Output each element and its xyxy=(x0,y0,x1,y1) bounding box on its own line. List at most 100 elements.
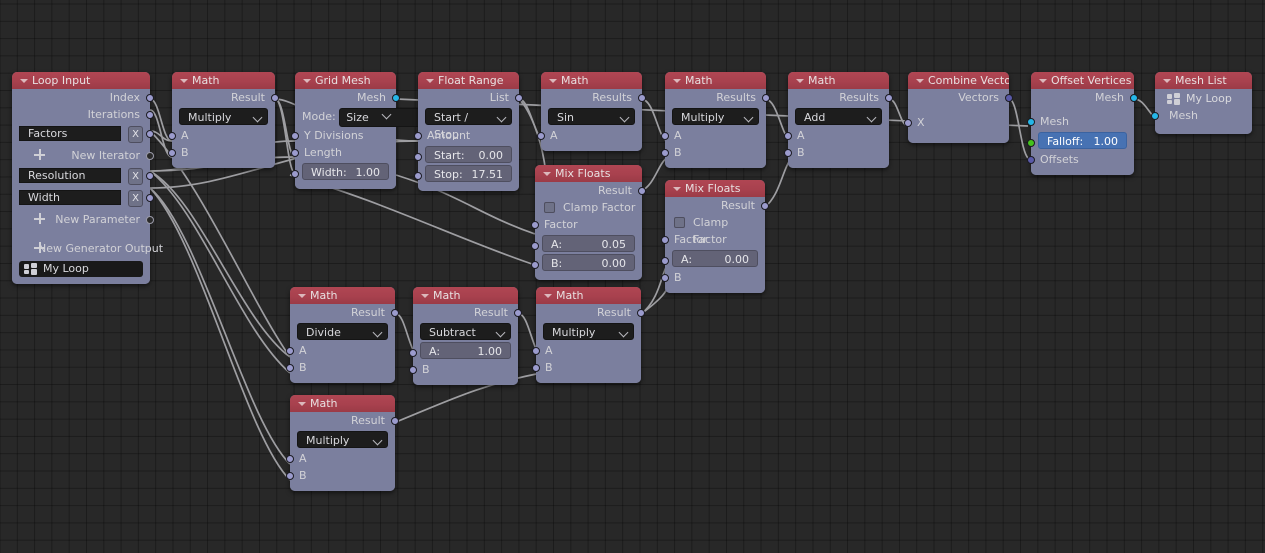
collapse-triangle-icon[interactable] xyxy=(421,294,429,298)
checkbox-box[interactable] xyxy=(674,217,685,228)
socket-b[interactable] xyxy=(661,148,669,157)
socket-index[interactable] xyxy=(146,93,154,102)
input-a[interactable]: A xyxy=(286,450,395,467)
node-header[interactable]: Math xyxy=(290,395,395,412)
output-result[interactable]: Result xyxy=(290,412,399,429)
factors-name-field[interactable]: Factors xyxy=(19,126,121,141)
input-b[interactable]: B xyxy=(661,144,766,161)
socket-factors[interactable] xyxy=(146,130,154,138)
collapse-triangle-icon[interactable] xyxy=(673,79,681,83)
collapse-triangle-icon[interactable] xyxy=(916,79,924,83)
input-b[interactable]: B xyxy=(168,144,275,161)
socket-offsets[interactable] xyxy=(1027,155,1035,164)
node-math-sin[interactable]: Math Results Sin A xyxy=(537,72,646,151)
collapse-triangle-icon[interactable] xyxy=(303,79,311,83)
input-b[interactable]: B xyxy=(409,361,518,378)
socket-b[interactable] xyxy=(531,261,539,269)
node-mix-floats-2[interactable]: Mix Floats Result Clamp Factor Factor A:… xyxy=(661,180,769,293)
socket-a[interactable] xyxy=(409,349,417,357)
socket-b[interactable] xyxy=(168,148,176,157)
mode-row[interactable]: Mode: Size xyxy=(295,106,423,127)
node-editor-canvas[interactable]: Loop Input Index Iterations X Factors Ne… xyxy=(0,0,1265,553)
collapse-triangle-icon[interactable] xyxy=(796,79,804,83)
output-result[interactable]: Result xyxy=(536,304,645,321)
operation-dropdown[interactable]: Multiply xyxy=(179,108,268,125)
param-factors[interactable]: X Factors xyxy=(12,124,154,145)
input-x[interactable]: X xyxy=(904,114,1009,131)
socket-amount[interactable] xyxy=(414,131,422,140)
collapse-triangle-icon[interactable] xyxy=(1163,79,1171,83)
input-a[interactable]: A xyxy=(784,127,889,144)
a-field[interactable]: A: 0.05 xyxy=(542,235,635,252)
node-header[interactable]: Math xyxy=(172,72,275,89)
socket-a[interactable] xyxy=(661,131,669,140)
node-math-divide[interactable]: Math Result Divide A B xyxy=(286,287,399,383)
operation-dropdown[interactable]: Multiply xyxy=(297,431,388,448)
operation-dropdown[interactable]: Add xyxy=(795,108,882,125)
socket-new-parameter[interactable] xyxy=(146,216,154,224)
socket-mesh-out[interactable] xyxy=(392,93,400,102)
input-a[interactable]: A xyxy=(532,342,641,359)
loop-name-field[interactable]: My Loop xyxy=(19,261,143,277)
socket-result[interactable] xyxy=(391,416,399,425)
width-name-field[interactable]: Width xyxy=(19,190,121,205)
collapse-triangle-icon[interactable] xyxy=(1039,79,1047,83)
clamp-factor-checkbox[interactable]: Clamp Factor xyxy=(535,199,642,216)
node-header[interactable]: Grid Mesh xyxy=(295,72,396,89)
socket-x[interactable] xyxy=(904,118,912,127)
collapse-triangle-icon[interactable] xyxy=(544,294,552,298)
mode-dropdown[interactable]: Size xyxy=(339,107,423,127)
output-result[interactable]: Result xyxy=(535,182,646,199)
socket-b[interactable] xyxy=(784,148,792,157)
node-math-add[interactable]: Math Results Add A B xyxy=(784,72,893,168)
input-y-divisions[interactable]: Y Divisions xyxy=(291,127,396,144)
node-mesh-list[interactable]: Mesh List My Loop Mesh xyxy=(1151,72,1252,134)
node-header[interactable]: Math xyxy=(413,287,518,304)
socket-iterations[interactable] xyxy=(146,110,154,119)
socket-stop[interactable] xyxy=(414,172,422,180)
socket-width[interactable] xyxy=(146,194,154,202)
socket-start[interactable] xyxy=(414,153,422,161)
input-b[interactable]: B xyxy=(286,359,395,376)
node-math-subtract[interactable]: Math Result Subtract A: 1.00 B xyxy=(409,287,522,385)
start-field[interactable]: Start: 0.00 xyxy=(425,146,512,163)
socket-result[interactable] xyxy=(638,186,646,195)
output-mesh[interactable]: Mesh xyxy=(1031,89,1138,106)
new-iterator-button[interactable]: New Iterator xyxy=(12,146,154,165)
socket-vectors[interactable] xyxy=(1005,93,1013,102)
output-mesh[interactable]: Mesh xyxy=(295,89,400,106)
output-iterations[interactable]: Iterations xyxy=(12,106,154,123)
input-factor[interactable]: Factor xyxy=(531,216,642,233)
input-b[interactable]: B xyxy=(661,269,765,286)
output-results[interactable]: Results xyxy=(788,89,893,106)
collapse-triangle-icon[interactable] xyxy=(543,172,551,176)
param-width[interactable]: X Width xyxy=(12,188,154,209)
node-math-multiply-2[interactable]: Math Results Multiply A B xyxy=(661,72,770,168)
input-a[interactable]: A xyxy=(537,127,642,144)
node-header[interactable]: Combine Vector xyxy=(908,72,1009,89)
clamp-factor-checkbox[interactable]: Clamp Factor xyxy=(665,214,765,246)
operation-dropdown[interactable]: Subtract xyxy=(420,323,511,340)
node-loop-input[interactable]: Loop Input Index Iterations X Factors Ne… xyxy=(12,72,163,284)
node-offset-vertices[interactable]: Offset Vertices Mesh Mesh Falloff: 1.00 xyxy=(1027,72,1138,175)
output-list[interactable]: List xyxy=(418,89,523,106)
socket-b[interactable] xyxy=(661,273,669,282)
operation-dropdown[interactable]: Multiply xyxy=(543,323,634,340)
b-field[interactable]: B: 0.00 xyxy=(542,254,635,271)
a-field[interactable]: A: 1.00 xyxy=(420,342,511,359)
node-header[interactable]: Math xyxy=(290,287,395,304)
socket-factor[interactable] xyxy=(531,220,539,229)
new-parameter-button[interactable]: New Parameter xyxy=(12,210,154,229)
node-header[interactable]: Math xyxy=(536,287,641,304)
operation-dropdown[interactable]: Multiply xyxy=(672,108,759,125)
socket-result[interactable] xyxy=(271,93,279,102)
input-a[interactable]: A xyxy=(286,342,395,359)
output-result[interactable]: Result xyxy=(172,89,279,106)
input-amount[interactable]: Amount xyxy=(414,127,519,144)
output-index[interactable]: Index xyxy=(12,89,154,106)
falloff-field[interactable]: Falloff: 1.00 xyxy=(1038,132,1127,149)
input-b[interactable]: B xyxy=(784,144,889,161)
loop-name-row[interactable]: My Loop xyxy=(1162,91,1245,107)
socket-list[interactable] xyxy=(515,93,523,102)
node-grid-mesh[interactable]: Grid Mesh Mesh Mode: Size Y Divisions Le… xyxy=(291,72,423,189)
